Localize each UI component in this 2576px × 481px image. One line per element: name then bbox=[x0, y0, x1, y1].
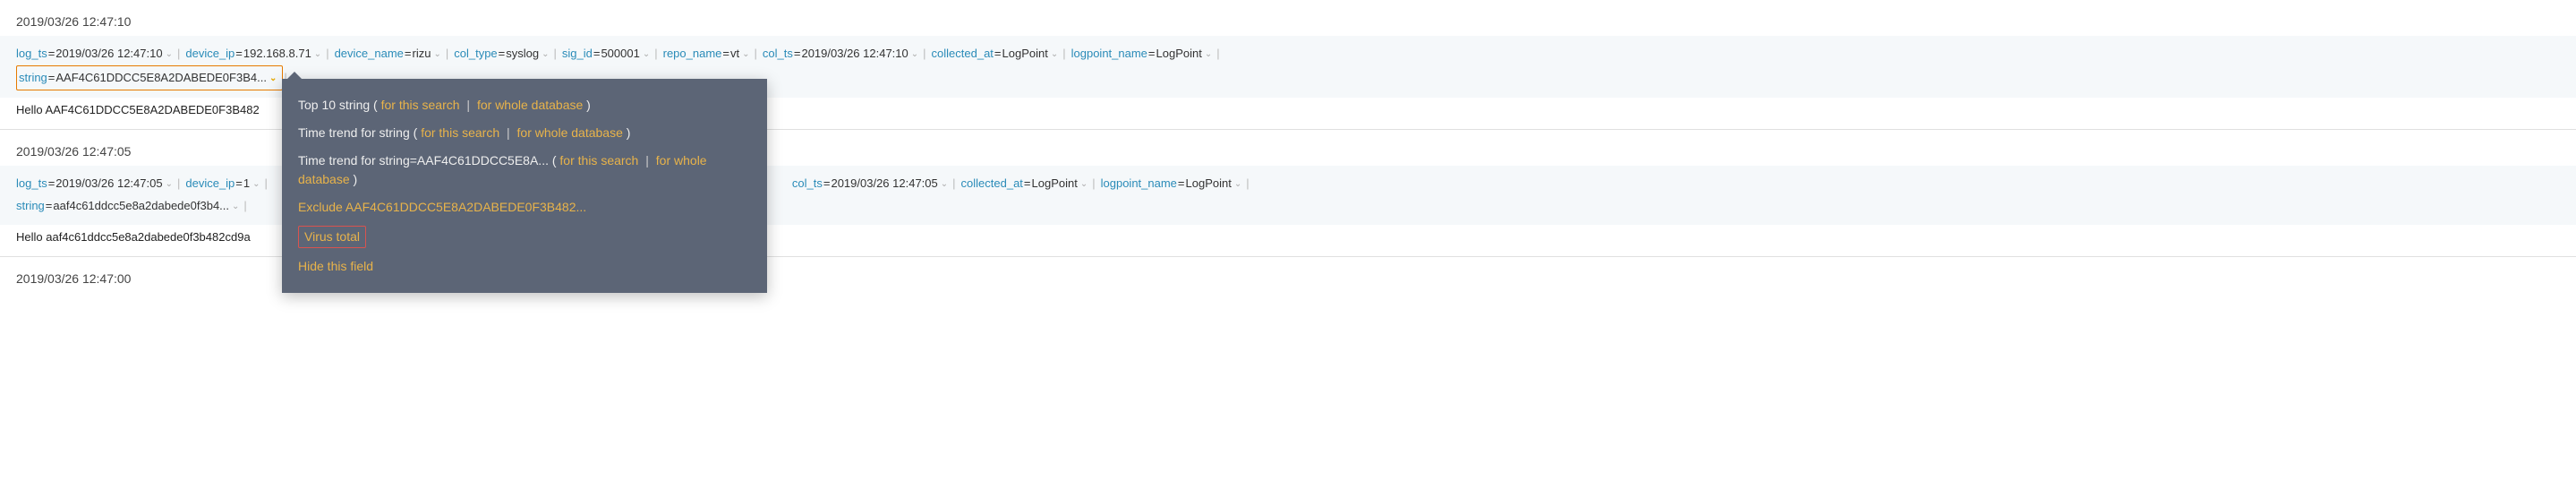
field-value: vt bbox=[730, 43, 739, 65]
menu-top10-this-search[interactable]: for this search bbox=[381, 98, 460, 112]
log-field[interactable]: string=AAF4C61DDCC5E8A2DABEDE0F3B4...⌄ bbox=[16, 65, 283, 91]
menu-top10: Top 10 string ( for this search | for wh… bbox=[298, 91, 751, 119]
chevron-down-icon[interactable]: ⌄ bbox=[1051, 46, 1058, 63]
chevron-down-icon[interactable]: ⌄ bbox=[269, 70, 277, 87]
chevron-down-icon[interactable]: ⌄ bbox=[542, 46, 549, 63]
menu-trend-value: Time trend for string=AAF4C61DDCC5E8A...… bbox=[298, 147, 751, 193]
log-field[interactable]: device_ip=1⌄ bbox=[185, 173, 263, 195]
field-value: 2019/03/26 12:47:10 bbox=[55, 43, 162, 65]
chevron-down-icon[interactable]: ⌄ bbox=[166, 176, 173, 193]
field-key[interactable]: log_ts bbox=[16, 43, 47, 65]
field-key[interactable]: string bbox=[16, 195, 45, 218]
field-key[interactable]: col_type bbox=[454, 43, 497, 65]
field-value: 2019/03/26 12:47:05 bbox=[831, 173, 937, 195]
field-value: rizu bbox=[413, 43, 431, 65]
field-key[interactable]: logpoint_name bbox=[1101, 173, 1177, 195]
field-key[interactable]: collected_at bbox=[961, 173, 1023, 195]
menu-exclude[interactable]: Exclude AAF4C61DDCC5E8A2DABEDE0F3B482... bbox=[298, 198, 751, 217]
chevron-down-icon[interactable]: ⌄ bbox=[911, 46, 918, 63]
chevron-down-icon[interactable]: ⌄ bbox=[252, 176, 260, 193]
chevron-down-icon[interactable]: ⌄ bbox=[1205, 46, 1212, 63]
field-key[interactable]: string bbox=[19, 67, 47, 90]
log-field[interactable]: logpoint_name=LogPoint⌄ bbox=[1101, 173, 1246, 195]
chevron-down-icon[interactable]: ⌄ bbox=[742, 46, 749, 63]
menu-trend-this-search[interactable]: for this search bbox=[421, 125, 499, 140]
field-value: LogPoint bbox=[1032, 173, 1078, 195]
log-field[interactable]: collected_at=LogPoint⌄ bbox=[961, 173, 1092, 195]
field-key[interactable]: collected_at bbox=[932, 43, 994, 65]
log-field[interactable]: log_ts=2019/03/26 12:47:05⌄ bbox=[16, 173, 176, 195]
field-key[interactable]: sig_id bbox=[562, 43, 593, 65]
field-key[interactable]: device_name bbox=[335, 43, 404, 65]
log-field[interactable]: device_name=rizu⌄ bbox=[335, 43, 445, 65]
field-value: LogPoint bbox=[1186, 173, 1232, 195]
field-value: LogPoint bbox=[1156, 43, 1202, 65]
field-value: AAF4C61DDCC5E8A2DABEDE0F3B4... bbox=[55, 67, 267, 90]
field-context-menu: Top 10 string ( for this search | for wh… bbox=[282, 79, 767, 293]
menu-top10-whole-db[interactable]: for whole database bbox=[477, 98, 583, 112]
field-key[interactable]: col_ts bbox=[792, 173, 823, 195]
chevron-down-icon[interactable]: ⌄ bbox=[1080, 176, 1088, 193]
menu-trend-string: Time trend for string ( for this search … bbox=[298, 119, 751, 147]
field-key[interactable]: log_ts bbox=[16, 173, 47, 195]
field-key[interactable]: logpoint_name bbox=[1071, 43, 1147, 65]
field-value: 500001 bbox=[601, 43, 639, 65]
chevron-down-icon[interactable]: ⌄ bbox=[941, 176, 948, 193]
chevron-down-icon[interactable]: ⌄ bbox=[232, 198, 239, 215]
field-value: LogPoint bbox=[1002, 43, 1048, 65]
menu-hide-field[interactable]: Hide this field bbox=[298, 257, 751, 276]
chevron-down-icon[interactable]: ⌄ bbox=[433, 46, 440, 63]
log-timestamp: 2019/03/26 12:47:10 bbox=[0, 9, 2576, 36]
menu-virus-total[interactable]: Virus total bbox=[298, 226, 366, 248]
log-field[interactable]: repo_name=vt⌄ bbox=[663, 43, 754, 65]
log-field[interactable]: device_ip=192.168.8.71⌄ bbox=[185, 43, 325, 65]
log-field[interactable]: sig_id=500001⌄ bbox=[562, 43, 653, 65]
chevron-down-icon[interactable]: ⌄ bbox=[643, 46, 650, 63]
log-field[interactable]: col_ts=2019/03/26 12:47:05⌄ bbox=[792, 173, 951, 195]
chevron-down-icon[interactable]: ⌄ bbox=[314, 46, 321, 63]
field-key[interactable]: repo_name bbox=[663, 43, 722, 65]
menu-trendv-this-search[interactable]: for this search bbox=[559, 153, 638, 167]
log-field[interactable]: string=aaf4c61ddcc5e8a2dabede0f3b4...⌄ bbox=[16, 195, 243, 218]
field-value: 192.168.8.71 bbox=[243, 43, 311, 65]
field-key[interactable]: col_ts bbox=[763, 43, 793, 65]
chevron-down-icon[interactable]: ⌄ bbox=[166, 46, 173, 63]
field-value: 2019/03/26 12:47:10 bbox=[801, 43, 908, 65]
field-value: syslog bbox=[506, 43, 539, 65]
log-field[interactable]: col_type=syslog⌄ bbox=[454, 43, 552, 65]
log-field[interactable]: log_ts=2019/03/26 12:47:10⌄ bbox=[16, 43, 176, 65]
field-value: 1 bbox=[243, 173, 250, 195]
field-value: aaf4c61ddcc5e8a2dabede0f3b4... bbox=[53, 195, 229, 218]
menu-trend-whole-db[interactable]: for whole database bbox=[517, 125, 623, 140]
field-value: 2019/03/26 12:47:05 bbox=[55, 173, 162, 195]
chevron-down-icon[interactable]: ⌄ bbox=[1234, 176, 1241, 193]
log-field[interactable]: logpoint_name=LogPoint⌄ bbox=[1071, 43, 1216, 65]
field-key[interactable]: device_ip bbox=[185, 43, 235, 65]
log-field[interactable]: col_ts=2019/03/26 12:47:10⌄ bbox=[763, 43, 922, 65]
log-field[interactable]: collected_at=LogPoint⌄ bbox=[932, 43, 1062, 65]
field-key[interactable]: device_ip bbox=[185, 173, 235, 195]
